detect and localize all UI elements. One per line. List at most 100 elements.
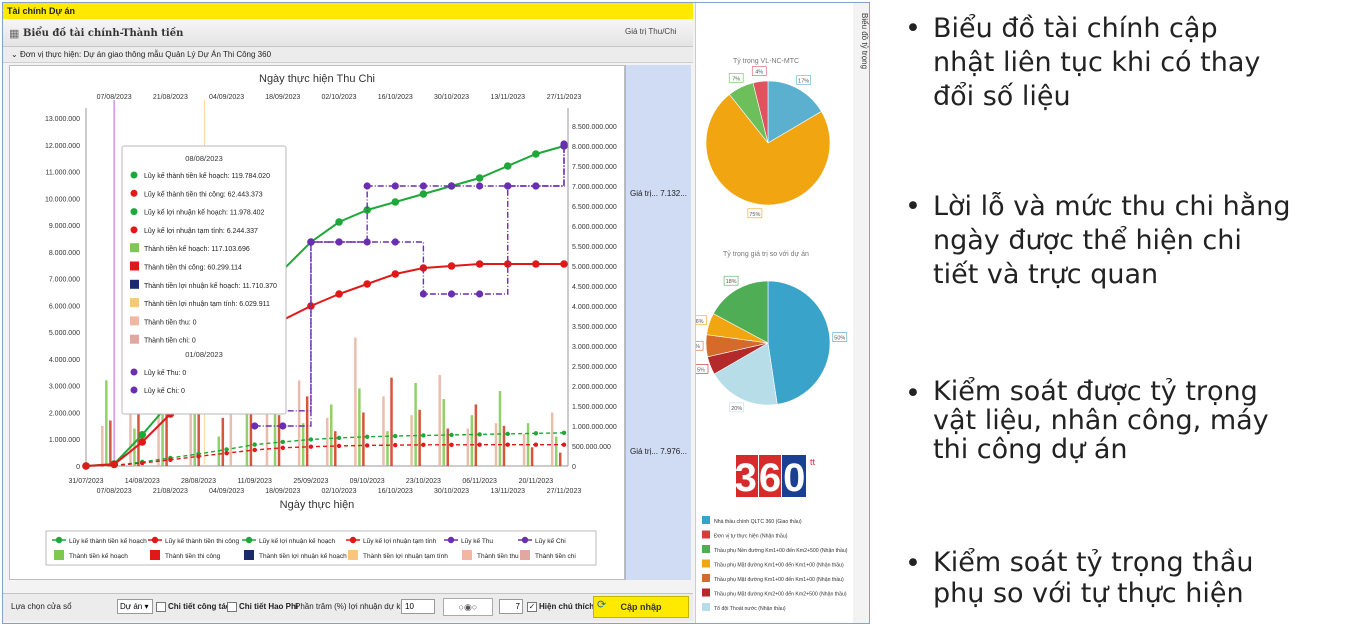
data-point xyxy=(138,438,147,446)
pie-legend-swatch xyxy=(702,603,710,611)
radio-group[interactable]: ○◉○ xyxy=(443,598,493,616)
bar-thành-tiền-kế-hoạch xyxy=(330,404,333,466)
tooltip-marker xyxy=(130,171,138,179)
tooltip-marker xyxy=(130,316,139,326)
tooltip-marker xyxy=(130,243,139,253)
show-notes-checkbox[interactable]: ✓ Hiện chú thích xyxy=(527,602,594,612)
pie-legend-swatch xyxy=(702,574,710,582)
window-select-dropdown[interactable]: Dự án ▾ xyxy=(117,599,153,614)
bar-thành-tiền-chi xyxy=(466,428,470,466)
data-point xyxy=(533,431,539,436)
tooltip-marker xyxy=(130,334,139,344)
x-bottom-tick-label: 09/10/2023 xyxy=(350,478,385,485)
tooltip-item: Lũy kế Chi: 0 xyxy=(144,386,185,395)
data-point xyxy=(419,290,427,298)
bar-thành-tiền-kế-hoạch xyxy=(554,436,558,466)
legend-swatch xyxy=(349,536,357,544)
y-left-tick-label: 4.000.000 xyxy=(49,357,80,364)
pie-chart-vl-nc-mtc[interactable]: 17% 75% 7% 4% xyxy=(705,66,831,219)
panel-title: Biểu đồ tài chính-Thành tiền xyxy=(23,28,184,39)
bar-thành-tiền-chi xyxy=(326,417,329,466)
update-button[interactable]: Cập nhập xyxy=(593,596,689,618)
data-point xyxy=(505,442,510,447)
unit-filter-bar[interactable]: ⌄ Đơn vị thực hiện: Dự án giao thông mẫu… xyxy=(3,47,693,63)
data-point xyxy=(364,443,370,448)
bottom-toolbar: Lựa chọn cửa sổ Dự án ▾ Chi tiết công tá… xyxy=(3,593,693,621)
bar-thành-tiền-chi xyxy=(354,337,357,466)
y-left-tick-label: 1.000.000 xyxy=(49,437,80,444)
pie-legend-label: Thầu phụ Nền đường Km1+00 đến Km2+500 (N… xyxy=(714,548,848,554)
pie-label: 20% xyxy=(731,406,742,412)
legend-swatch xyxy=(55,536,63,544)
legend-label: Thành tiền lợi nhuận kế hoạch xyxy=(259,551,347,560)
tooltip-marker xyxy=(130,298,139,308)
pie-slice xyxy=(767,280,831,405)
bullet-1: • Biểu đồ tài chính cập nhật liên tục khi… xyxy=(905,12,1355,114)
bar-thành-tiền-thi-công xyxy=(305,396,309,466)
pie-chart-project-value[interactable]: 50% 20% 5% 6% 6% 18% xyxy=(688,275,848,413)
refresh-icon: ⟳ xyxy=(597,599,607,611)
tooltip-item: Lũy kế thành tiền kế hoạch: 119.784.020 xyxy=(144,171,270,180)
legend-swatch xyxy=(244,550,254,560)
x-bottom-tick-label: 04/09/2023 xyxy=(209,488,244,495)
data-point xyxy=(532,260,540,268)
y-left-tick-label: 7.000.000 xyxy=(49,277,80,284)
data-point xyxy=(111,463,117,468)
tooltip-item: Lũy kế thành tiền thi công: 62.443.373 xyxy=(144,189,263,198)
tooltip-item: Thành tiền kế hoạch: 117.103.696 xyxy=(144,244,250,253)
bar-thành-tiền-chi xyxy=(101,425,104,466)
detail-work-checkbox[interactable]: Chi tiết công tác xyxy=(156,602,230,612)
legend-swatch xyxy=(150,550,160,560)
legend-label: Lũy kế thành tiền thi công xyxy=(165,536,239,545)
tooltip-marker xyxy=(130,261,139,271)
pie-label: 6% xyxy=(696,344,700,350)
finance-line-chart[interactable]: Ngày thực hiện Thu Chi 0 1.000.000 2.000.00… xyxy=(10,66,624,579)
data-point xyxy=(335,238,343,246)
data-point xyxy=(533,442,539,447)
chart-area[interactable]: Ngày thực hiện Thu Chi 0 1.000.000 2.000.00… xyxy=(9,65,625,580)
data-point xyxy=(393,442,398,448)
legend-label: Lũy kế lợi nhuận kế hoạch xyxy=(259,536,336,545)
data-point xyxy=(308,437,314,442)
side-tab-ratio[interactable]: Biểu đồ tỷ trọng xyxy=(855,13,869,93)
bullet-3-line3: thi công dự án xyxy=(933,434,1128,465)
profit-pct-input[interactable]: 10 xyxy=(401,599,435,614)
number-stepper[interactable]: 7 xyxy=(499,599,523,614)
y-right-tick-label: 6.500.000.000 xyxy=(572,204,617,211)
tooltip-item: Lũy kế lợi nhuận kế hoạch: 11.978.402 xyxy=(144,208,265,217)
bar-thành-tiền-kế-hoạch xyxy=(470,415,474,466)
x-bottom-tick-label: 06/11/2023 xyxy=(462,478,497,485)
pie-label: 75% xyxy=(749,212,760,218)
bar-thành-tiền-thi-công xyxy=(446,428,449,466)
y-left-tick-label: 6.000.000 xyxy=(49,303,80,310)
y-right-tick-label: 1.000.000.000 xyxy=(572,424,617,431)
y-left-tick-label: 13.000.000 xyxy=(45,116,80,123)
data-point xyxy=(447,290,456,298)
data-point xyxy=(224,450,229,456)
data-point xyxy=(363,280,371,288)
data-point xyxy=(391,182,399,190)
legend-swatch xyxy=(520,550,530,560)
data-point xyxy=(421,442,426,448)
data-point xyxy=(532,150,540,158)
data-point xyxy=(393,433,398,439)
legend-label: Thành tiền thi công xyxy=(165,551,221,560)
tooltip-item: Thành tiền thi công: 60.299.114 xyxy=(144,263,242,272)
y-right-tick-label: 7.500.000.000 xyxy=(572,164,617,171)
bullet-2: • Lời lỗ và mức thu chi hằng ngày được th… xyxy=(905,190,1355,292)
y-right-tick-label: 3.000.000.000 xyxy=(572,344,617,351)
detail-cost-checkbox[interactable]: Chi tiết Hao Phí xyxy=(227,602,298,612)
chevron-down-icon[interactable]: ⌄ xyxy=(11,50,18,59)
unit-label: Đơn vị thực hiện: Dự án giao thông mẫu Q… xyxy=(19,50,272,59)
pie-legend-swatch xyxy=(702,545,710,553)
window-title: Tài chính Dự án xyxy=(3,3,693,19)
panel-header: ▦ Biểu đồ tài chính-Thành tiền Giá trị T… xyxy=(3,19,693,47)
tooltip-marker xyxy=(130,208,138,216)
tooltip-marker xyxy=(130,226,138,234)
legend-label: Thành tiền lợi nhuận tạm tính xyxy=(363,551,448,560)
chart-title: Ngày thực hiện Thu Chi xyxy=(259,73,375,85)
x-bottom-tick-label: 20/11/2023 xyxy=(519,478,554,485)
bullet-1-line2: nhật liên tục khi có thay xyxy=(933,47,1261,78)
bar-thành-tiền-thi-công xyxy=(109,420,112,466)
bullet-3-line2: vật liệu, nhân công, máy xyxy=(933,405,1269,436)
